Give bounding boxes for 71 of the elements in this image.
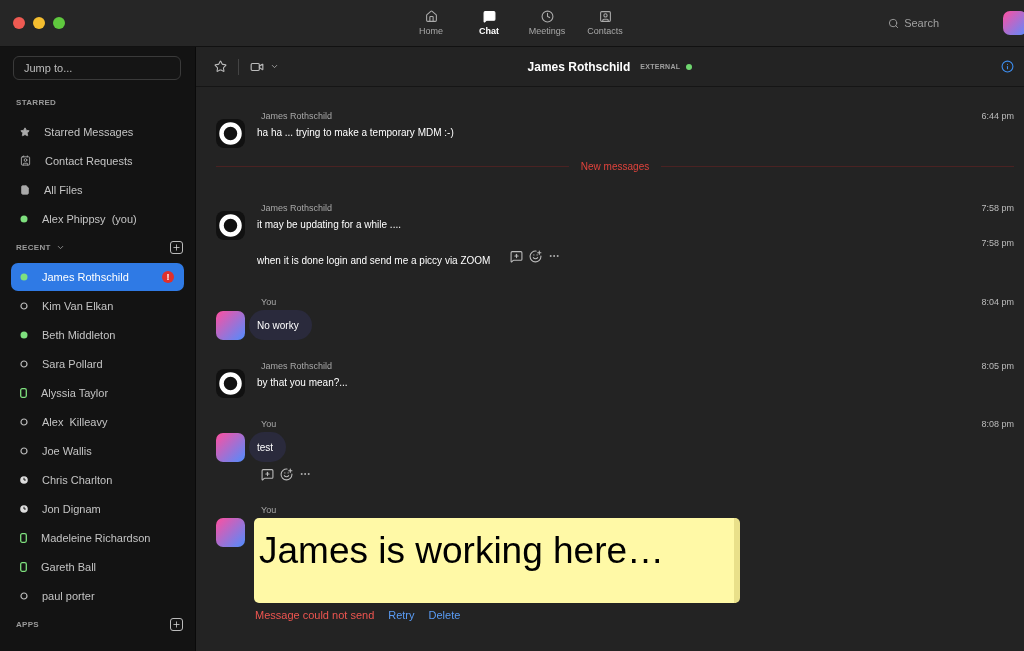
message-text: when it is done login and send me a piccy via ZOOM bbox=[257, 254, 491, 268]
sender-name: James Rothschild bbox=[261, 111, 333, 121]
new-messages-divider: New messages bbox=[580, 160, 650, 172]
profile-avatar[interactable] bbox=[1003, 11, 1024, 35]
sidebar-item[interactable]: Gareth Ball bbox=[11, 552, 184, 581]
message-text: by that you mean?... bbox=[257, 376, 348, 390]
nav-tab[interactable]: Chat bbox=[460, 10, 518, 36]
message-time: 6:44 pm bbox=[981, 111, 1014, 121]
message-time: 7:58 pm bbox=[981, 203, 1014, 213]
home-icon bbox=[424, 10, 438, 23]
caret-icon[interactable] bbox=[55, 243, 65, 252]
sidebar-item[interactable]: Alyssia Taylor bbox=[11, 378, 184, 407]
section-title: RECENT bbox=[16, 243, 51, 252]
message-time: 8:04 pm bbox=[981, 297, 1014, 307]
sidebar-item[interactable]: paul porter bbox=[11, 581, 184, 610]
reply-icon[interactable] bbox=[510, 249, 524, 263]
sidebar-item[interactable]: Joe Wallis bbox=[11, 436, 184, 465]
jump-to-field[interactable]: Jump to... bbox=[13, 56, 181, 80]
emoji-icon[interactable] bbox=[529, 249, 543, 263]
search-button[interactable]: Search bbox=[888, 17, 939, 29]
message-time: 7:58 pm bbox=[981, 238, 1014, 248]
sender-name: You bbox=[261, 505, 277, 515]
close-button[interactable] bbox=[13, 17, 25, 29]
star-button[interactable] bbox=[214, 60, 227, 73]
message-bubble: test bbox=[249, 432, 287, 462]
chat-title: James Rothschild bbox=[527, 59, 631, 74]
sidebar-item[interactable]: Alex Killeavy bbox=[11, 407, 184, 436]
emoji-icon[interactable] bbox=[280, 467, 293, 481]
error-badge: ! bbox=[162, 270, 174, 283]
message-text: it may be updating for a while .... bbox=[257, 218, 401, 232]
sidebar-item[interactable]: Chris Charlton bbox=[11, 465, 184, 494]
add-button[interactable] bbox=[170, 618, 183, 631]
sidebar-item[interactable]: Starred Messages bbox=[11, 117, 184, 146]
sticky-note: James is working here… bbox=[254, 518, 740, 603]
plus-icon bbox=[172, 620, 181, 629]
message-time: 8:05 pm bbox=[981, 361, 1014, 371]
retry-link[interactable]: Retry bbox=[388, 609, 415, 621]
sidebar-item[interactable]: Jon Dignam bbox=[11, 494, 184, 523]
sidebar-item[interactable]: All Files bbox=[11, 175, 184, 204]
chat-icon bbox=[482, 10, 496, 23]
sidebar-item[interactable]: Beth Middleton bbox=[11, 320, 184, 349]
sender-name: You bbox=[261, 419, 277, 429]
message-bubble: No worky bbox=[249, 310, 312, 340]
message-time: 8:08 pm bbox=[981, 419, 1014, 429]
contact-card-icon bbox=[598, 10, 612, 23]
nav-tab[interactable]: Contacts bbox=[576, 10, 634, 36]
plus-icon bbox=[172, 243, 181, 252]
info-button[interactable] bbox=[1001, 60, 1014, 73]
search-icon bbox=[888, 17, 900, 29]
sender-name: James Rothschild bbox=[261, 361, 333, 371]
add-button[interactable] bbox=[170, 241, 183, 254]
sidebar-item[interactable]: Alex Phippsy (you) bbox=[11, 204, 184, 233]
sidebar-item[interactable]: Contact Requests bbox=[11, 146, 184, 175]
maximize-button[interactable] bbox=[53, 17, 65, 29]
reply-icon[interactable] bbox=[261, 467, 274, 481]
delete-link[interactable]: Delete bbox=[428, 609, 461, 621]
nav-tab[interactable]: Home bbox=[402, 10, 460, 36]
error-message: Message could not send bbox=[255, 609, 375, 621]
caret-button[interactable] bbox=[270, 62, 279, 71]
section-title: APPS bbox=[16, 620, 39, 629]
sidebar-item[interactable]: James Rothschild ! bbox=[11, 262, 184, 291]
minimize-button[interactable] bbox=[33, 17, 45, 29]
sidebar-item[interactable]: Sara Pollard bbox=[11, 349, 184, 378]
message-text: ha ha ... trying to make a temporary MDM :-) bbox=[257, 126, 454, 140]
sidebar-item[interactable]: Kim Van Elkan bbox=[11, 291, 184, 320]
sender-name: You bbox=[261, 297, 277, 307]
clock-icon bbox=[540, 10, 554, 23]
nav-tab[interactable]: Meetings bbox=[518, 10, 576, 36]
sender-name: James Rothschild bbox=[261, 203, 333, 213]
sidebar-item[interactable]: Madeleine Richardson bbox=[11, 523, 184, 552]
section-title: STARRED bbox=[16, 98, 57, 107]
